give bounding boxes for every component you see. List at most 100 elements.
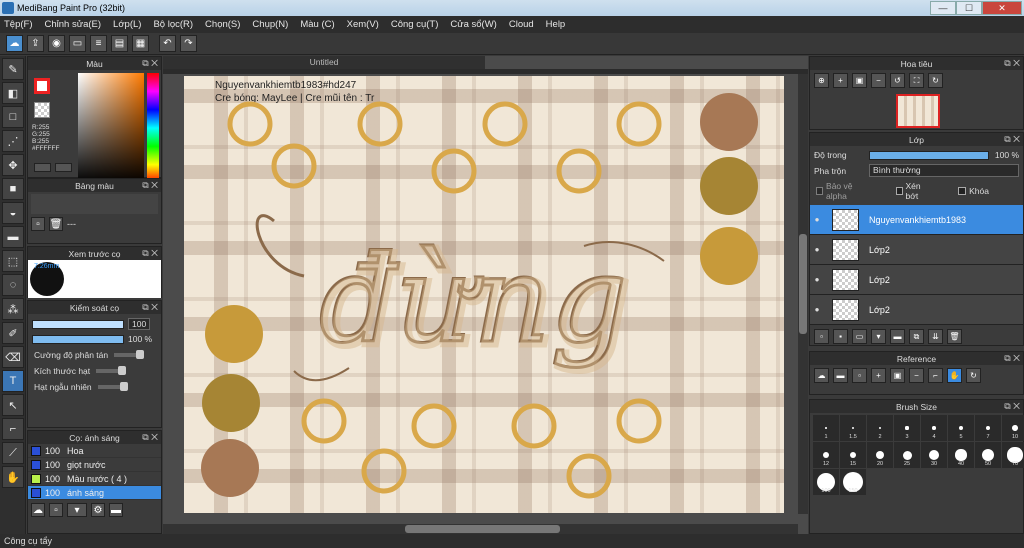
palette-area[interactable] [31, 194, 158, 214]
brush-size-cell[interactable]: 2 [867, 415, 893, 441]
brush-new-icon[interactable]: ▫ [49, 503, 63, 517]
saturation-value-picker[interactable] [78, 73, 144, 183]
menu-window[interactable]: Cửa sổ(W) [450, 19, 496, 30]
panel-controls-icon[interactable]: ⧉ ✕ [142, 58, 158, 69]
select-rect-tool-icon[interactable]: ⬚ [2, 250, 24, 272]
brush-menu-icon[interactable]: ▾ [67, 503, 87, 517]
menu-filter[interactable]: Bộ lọc(R) [153, 19, 193, 30]
close-button[interactable]: ✕ [982, 1, 1022, 15]
brush-size-cell[interactable]: 40 [948, 442, 974, 468]
brush-size-cell[interactable]: 70 [1002, 442, 1024, 468]
scatter-slider[interactable] [114, 350, 145, 359]
color-mode-button-1[interactable] [34, 163, 51, 172]
brush-item[interactable]: 100 ánh sáng [28, 486, 161, 500]
secondary-color-swatch[interactable] [34, 102, 50, 118]
brush-size-cell[interactable]: 7 [975, 415, 1001, 441]
layer-row[interactable]: ● Nguyenvankhiemtb1983 [810, 205, 1023, 235]
add-layer-menu-icon[interactable]: ▾ [871, 329, 886, 344]
maximize-button[interactable]: ☐ [956, 1, 982, 15]
protect-alpha-checkbox[interactable] [816, 187, 824, 195]
reference-zoom-out-icon[interactable]: − [909, 368, 924, 383]
panel-controls-icon[interactable]: ⧉ ✕ [1004, 353, 1020, 364]
zoom-icon[interactable]: ⊕ [814, 73, 829, 88]
brush-size-cell[interactable]: 4 [921, 415, 947, 441]
menu-layer[interactable]: Lớp(L) [113, 19, 141, 30]
brush-size-cell[interactable]: 3 [894, 415, 920, 441]
menu-view[interactable]: Xem(V) [347, 19, 379, 30]
reference-fit-icon[interactable]: ▣ [890, 368, 905, 383]
panel-controls-icon[interactable]: ⧉ ✕ [1004, 401, 1020, 412]
zoom-in-icon[interactable]: + [833, 73, 848, 88]
brush-size-cell[interactable]: 5 [948, 415, 974, 441]
reference-hand-icon[interactable]: ✋ [947, 368, 962, 383]
dotted-line-tool-icon[interactable]: ⋰ [2, 130, 24, 152]
merge-layer-icon[interactable]: ⇊ [928, 329, 943, 344]
panel-controls-icon[interactable]: ⧉ ✕ [142, 248, 158, 259]
duplicate-layer-icon[interactable]: ⧉ [909, 329, 924, 344]
add-palette-icon[interactable]: ▫ [31, 217, 45, 231]
layer-visibility-icon[interactable]: ● [810, 305, 824, 314]
brush-size-cell[interactable]: 50 [975, 442, 1001, 468]
color-mode-button-2[interactable] [55, 163, 72, 172]
new-layer-icon[interactable]: ▫ [814, 329, 829, 344]
eraser-tool-icon[interactable]: ◧ [2, 82, 24, 104]
export-icon[interactable]: ⇪ [27, 35, 44, 52]
fill-rect-tool-icon[interactable]: ■ [2, 178, 24, 200]
document-icon[interactable]: ≡ [90, 35, 107, 52]
bucket-tool-icon[interactable]: ◒ [2, 202, 24, 224]
reference-eyedropper-icon[interactable]: ⌐ [928, 368, 943, 383]
page-icon[interactable]: ▭ [69, 35, 86, 52]
hand-tool-icon[interactable]: ✋ [2, 466, 24, 488]
brush-size-cell[interactable]: 100 [813, 469, 839, 495]
brush-settings-icon[interactable]: ⚙ [91, 503, 105, 517]
reference-new-icon[interactable]: ▫ [852, 368, 867, 383]
layer-row[interactable]: ● Lớp2 [810, 265, 1023, 295]
vertical-scrollbar[interactable] [798, 74, 808, 514]
brush-size-cell[interactable]: 12 [813, 442, 839, 468]
rotate-right-icon[interactable]: ↻ [928, 73, 943, 88]
menu-color[interactable]: Màu (C) [300, 19, 334, 30]
brush-size-cell[interactable]: 150 [840, 469, 866, 495]
brush-size-cell[interactable]: 30 [921, 442, 947, 468]
artwork-canvas[interactable]: Nguyenvankhiemtb1983#hd247 Cre bóng: May… [184, 76, 784, 513]
grid-list-icon[interactable]: ▤ [111, 35, 128, 52]
rectangle-tool-icon[interactable]: □ [2, 106, 24, 128]
reference-rotate-icon[interactable]: ↻ [966, 368, 981, 383]
comment-icon[interactable]: ◉ [48, 35, 65, 52]
panel-controls-icon[interactable]: ⧉ ✕ [142, 180, 158, 191]
zoom-out-icon[interactable]: − [871, 73, 886, 88]
panel-controls-icon[interactable]: ⧉ ✕ [142, 432, 158, 443]
brush-size-cell[interactable]: 20 [867, 442, 893, 468]
random-particle-slider[interactable] [97, 382, 128, 391]
navigator-thumbnail[interactable] [896, 94, 940, 128]
brush-opacity-slider[interactable] [32, 334, 124, 344]
brush-folder-icon[interactable]: ▬ [109, 503, 123, 517]
brush-size-cell[interactable]: 25 [894, 442, 920, 468]
brush-item[interactable]: 100 Hoa [28, 444, 161, 458]
new-layer-8bit-icon[interactable]: ▪ [833, 329, 848, 344]
brush-tool-icon[interactable]: ✎ [2, 58, 24, 80]
particle-size-slider[interactable] [96, 366, 127, 375]
cloud-icon[interactable]: ☁ [6, 35, 23, 52]
layer-row[interactable]: ● Lớp2 [810, 295, 1023, 325]
reference-cloud-icon[interactable]: ☁ [814, 368, 829, 383]
move-tool-icon[interactable]: ✥ [2, 154, 24, 176]
menu-cloud[interactable]: Cloud [509, 19, 534, 30]
blend-mode-select[interactable]: Bình thường [869, 164, 1019, 177]
lock-checkbox[interactable] [958, 187, 967, 195]
brush-size-cell[interactable]: 1 [813, 415, 839, 441]
lasso-tool-icon[interactable]: ◌ [2, 274, 24, 296]
layer-folder-icon[interactable]: ▬ [890, 329, 905, 344]
undo-icon[interactable]: ↶ [159, 35, 176, 52]
brush-size-cell[interactable]: 10 [1002, 415, 1024, 441]
delete-palette-icon[interactable]: 🗑 [49, 217, 63, 231]
text-tool-icon[interactable]: T [2, 370, 24, 392]
brush-size-slider[interactable] [32, 319, 124, 329]
operation-tool-icon[interactable]: ↖ [2, 394, 24, 416]
layer-opacity-slider[interactable] [868, 150, 989, 160]
layer-visibility-icon[interactable]: ● [810, 245, 824, 254]
delete-layer-icon[interactable]: 🗑 [947, 329, 962, 344]
gradient-tool-icon[interactable]: ▬ [2, 226, 24, 248]
reference-zoom-in-icon[interactable]: + [871, 368, 886, 383]
brush-item[interactable]: 100 Màu nước ( 4 ) [28, 472, 161, 486]
